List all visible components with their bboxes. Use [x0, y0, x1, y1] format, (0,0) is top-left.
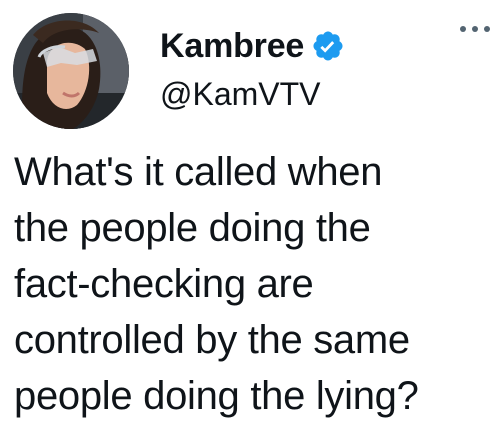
- tweet-text: What's it called when the people doing t…: [14, 144, 496, 424]
- tweet-text-line: fact-checking are: [14, 262, 314, 306]
- more-dot: [484, 26, 490, 32]
- avatar[interactable]: [13, 13, 129, 129]
- author-name-row[interactable]: Kambree: [160, 26, 345, 66]
- verified-badge-icon: [311, 29, 345, 63]
- tweet-text-line: people doing the lying?: [14, 374, 419, 418]
- more-dot: [460, 26, 466, 32]
- user-handle[interactable]: @KamVTV: [160, 74, 321, 114]
- more-options-icon[interactable]: [460, 22, 490, 36]
- more-dot: [472, 26, 478, 32]
- display-name[interactable]: Kambree: [160, 26, 304, 66]
- avatar-photo: [13, 13, 129, 129]
- tweet-card: Kambree @KamVTV What's it called when th…: [0, 0, 500, 434]
- tweet-text-line: controlled by the same: [14, 318, 410, 362]
- tweet-text-line: What's it called when: [14, 150, 383, 194]
- tweet-text-line: the people doing the: [14, 206, 371, 250]
